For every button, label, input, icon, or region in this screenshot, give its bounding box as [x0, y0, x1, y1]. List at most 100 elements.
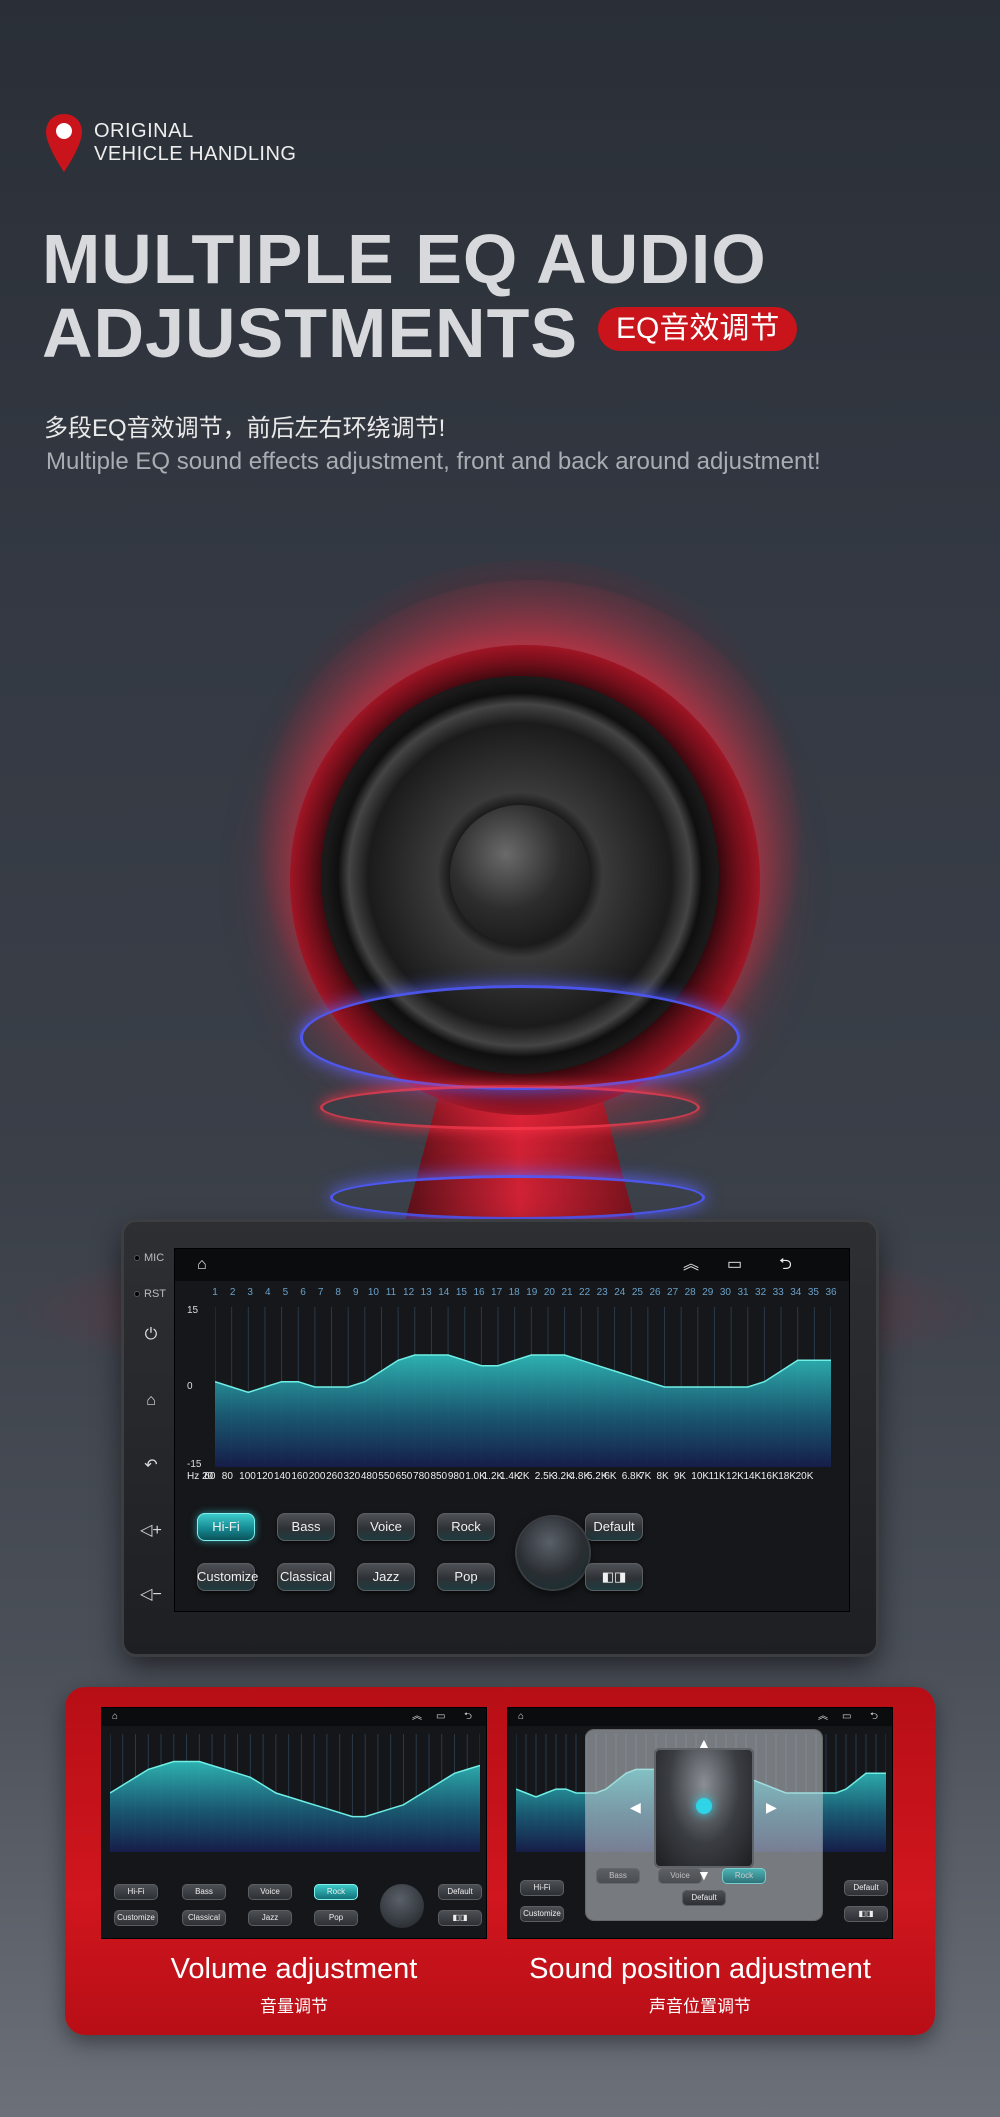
frequency-label: 9K: [673, 1471, 687, 1482]
frequency-label: 260: [326, 1471, 343, 1482]
band-number: 5: [282, 1287, 289, 1298]
side-key-column: MIC RST ⏻ ⌂ ↶ ◁+ ◁−: [134, 1252, 174, 1632]
band-number: 9: [353, 1287, 359, 1298]
brand-block: ORIGINAL VEHICLE HANDLING: [44, 112, 297, 174]
volume-down-icon[interactable]: ◁−: [140, 1584, 162, 1606]
preset-classical-button[interactable]: Classical: [277, 1563, 335, 1591]
subtitle-english: Multiple EQ sound effects adjustment, fr…: [46, 448, 821, 475]
recent-apps-icon[interactable]: ▭: [727, 1255, 742, 1275]
brand-line-2: VEHICLE HANDLING: [94, 143, 297, 165]
recent-apps-icon[interactable]: ▭: [436, 1710, 445, 1724]
sound-field-button[interactable]: ◧◨: [438, 1910, 482, 1926]
preset-voice-button[interactable]: Voice: [248, 1884, 292, 1900]
preset-classical-button[interactable]: Classical: [182, 1910, 226, 1926]
frequency-label: 480: [360, 1471, 378, 1482]
preset-voice-button[interactable]: Voice: [658, 1868, 702, 1884]
sound-position-screen: ⌂ ︽ ▭ ⮌ Hi-Fi Customize Default ◧◨ Bass …: [507, 1707, 893, 1939]
arrow-right-icon[interactable]: ▶: [766, 1800, 777, 1814]
preset-pop-button[interactable]: Pop: [314, 1910, 358, 1926]
sound-field-button[interactable]: ◧◨: [585, 1563, 643, 1591]
band-number: 22: [579, 1287, 591, 1298]
title-line-2: ADJUSTMENTS: [42, 294, 579, 372]
sound-position-marker[interactable]: [696, 1798, 712, 1814]
frequency-label: 11K: [708, 1471, 726, 1482]
band-number: 36: [825, 1287, 837, 1298]
band-number: 19: [526, 1287, 538, 1298]
band-number-row: 1 2 3 4 5 6 7 8 9 10 11 12 13 14 15 16 17 18 19 20 21 22 23 24 2…: [201, 1287, 836, 1301]
band-number: 21: [561, 1287, 573, 1298]
preset-bass-button[interactable]: Bass: [596, 1868, 640, 1884]
default-button[interactable]: Default: [844, 1880, 888, 1896]
band-number: 15: [455, 1287, 467, 1298]
arrow-up-icon[interactable]: ▲: [697, 1736, 711, 1750]
preset-voice-button[interactable]: Voice: [357, 1513, 415, 1541]
home-outline-icon[interactable]: ⌂: [112, 1710, 118, 1724]
red-orbit-ring: [320, 1085, 700, 1130]
home-icon[interactable]: ⌂: [140, 1390, 162, 1412]
home-outline-icon[interactable]: ⌂: [518, 1710, 524, 1724]
sound-field-button[interactable]: ◧◨: [844, 1906, 888, 1922]
band-number: 24: [614, 1287, 626, 1298]
preset-customize-button[interactable]: Customize: [114, 1910, 158, 1926]
arrow-down-icon[interactable]: ▼: [697, 1868, 711, 1882]
frequency-label: 10K: [691, 1471, 710, 1482]
preset-pop-button[interactable]: Pop: [437, 1563, 495, 1591]
back-arrow-icon[interactable]: ⮌: [870, 1710, 878, 1724]
popup-default-button[interactable]: Default: [682, 1890, 726, 1906]
rst-label[interactable]: RST: [134, 1288, 174, 1300]
mini-status-bar: ⌂ ︽ ▭ ⮌: [508, 1708, 892, 1726]
preset-hifi-button[interactable]: Hi-Fi: [197, 1513, 255, 1541]
band-number: 13: [420, 1287, 432, 1298]
home-outline-icon[interactable]: ⌂: [197, 1255, 207, 1275]
band-number: 30: [719, 1287, 731, 1298]
band-number: 23: [596, 1287, 608, 1298]
back-icon[interactable]: ↶: [140, 1455, 162, 1477]
band-number: 7: [317, 1287, 324, 1298]
preset-jazz-button[interactable]: Jazz: [357, 1563, 415, 1591]
back-arrow-icon[interactable]: ⮌: [464, 1710, 472, 1724]
recent-apps-icon[interactable]: ▭: [842, 1710, 851, 1724]
y-label-mid: 0: [187, 1381, 193, 1392]
frequency-label: 14K: [743, 1471, 762, 1482]
chevron-up-icon[interactable]: ︽: [683, 1255, 699, 1275]
blue-orbit-ring-lower: [330, 1175, 705, 1220]
band-number: 35: [807, 1287, 819, 1298]
preset-hifi-button[interactable]: Hi-Fi: [114, 1884, 158, 1900]
chevron-up-icon[interactable]: ︽: [412, 1710, 422, 1724]
preset-customize-button[interactable]: Customize: [520, 1906, 564, 1922]
head-unit-device: MIC RST ⏻ ⌂ ↶ ◁+ ◁− ⌂ ︽ ▭ ⮌ 1 2 3 4 5 6 7 8 9 10 1…: [124, 1222, 876, 1654]
frequency-label: 850: [430, 1471, 448, 1482]
speaker-balance-icon: ◧◨: [858, 1909, 874, 1918]
back-arrow-icon[interactable]: ⮌: [779, 1255, 792, 1275]
frequency-label-row: Hz 20 60 80 100 120 140 160 200 260 320 480 550 650 7…: [187, 1471, 837, 1485]
band-number: 33: [772, 1287, 784, 1298]
preset-jazz-button[interactable]: Jazz: [248, 1910, 292, 1926]
sound-position-caption: Sound position adjustment: [529, 1953, 871, 1985]
frequency-label: 650: [395, 1471, 413, 1482]
preset-rock-button[interactable]: Rock: [437, 1513, 495, 1541]
preset-rock-button[interactable]: Rock: [722, 1868, 766, 1884]
power-icon[interactable]: ⏻: [140, 1324, 162, 1346]
preset-hifi-button[interactable]: Hi-Fi: [520, 1880, 564, 1896]
default-button[interactable]: Default: [585, 1513, 643, 1541]
arrow-left-icon[interactable]: ◀: [630, 1800, 641, 1814]
frequency-label: 160: [291, 1471, 309, 1482]
frequency-label: 6K: [604, 1471, 617, 1482]
volume-up-icon[interactable]: ◁+: [140, 1520, 162, 1542]
preset-customize-button[interactable]: Customize: [197, 1563, 258, 1591]
subtitle-chinese: 多段EQ音效调节，前后左右环绕调节!: [44, 415, 446, 442]
mini-eq-curve[interactable]: [110, 1734, 480, 1852]
volume-knob[interactable]: [517, 1517, 589, 1589]
preset-rock-button[interactable]: Rock: [314, 1884, 358, 1900]
preset-bass-button[interactable]: Bass: [277, 1513, 335, 1541]
frequency-label: 100: [239, 1471, 256, 1482]
eq-curve-graph[interactable]: [215, 1307, 831, 1467]
default-button[interactable]: Default: [438, 1884, 482, 1900]
brand-line-1: ORIGINAL: [94, 120, 194, 142]
band-number: 26: [649, 1287, 661, 1298]
frequency-label: 550: [378, 1471, 395, 1482]
chevron-up-icon[interactable]: ︽: [818, 1710, 828, 1724]
frequency-label: 980: [447, 1471, 465, 1482]
preset-bass-button[interactable]: Bass: [182, 1884, 226, 1900]
volume-knob[interactable]: [380, 1884, 424, 1928]
